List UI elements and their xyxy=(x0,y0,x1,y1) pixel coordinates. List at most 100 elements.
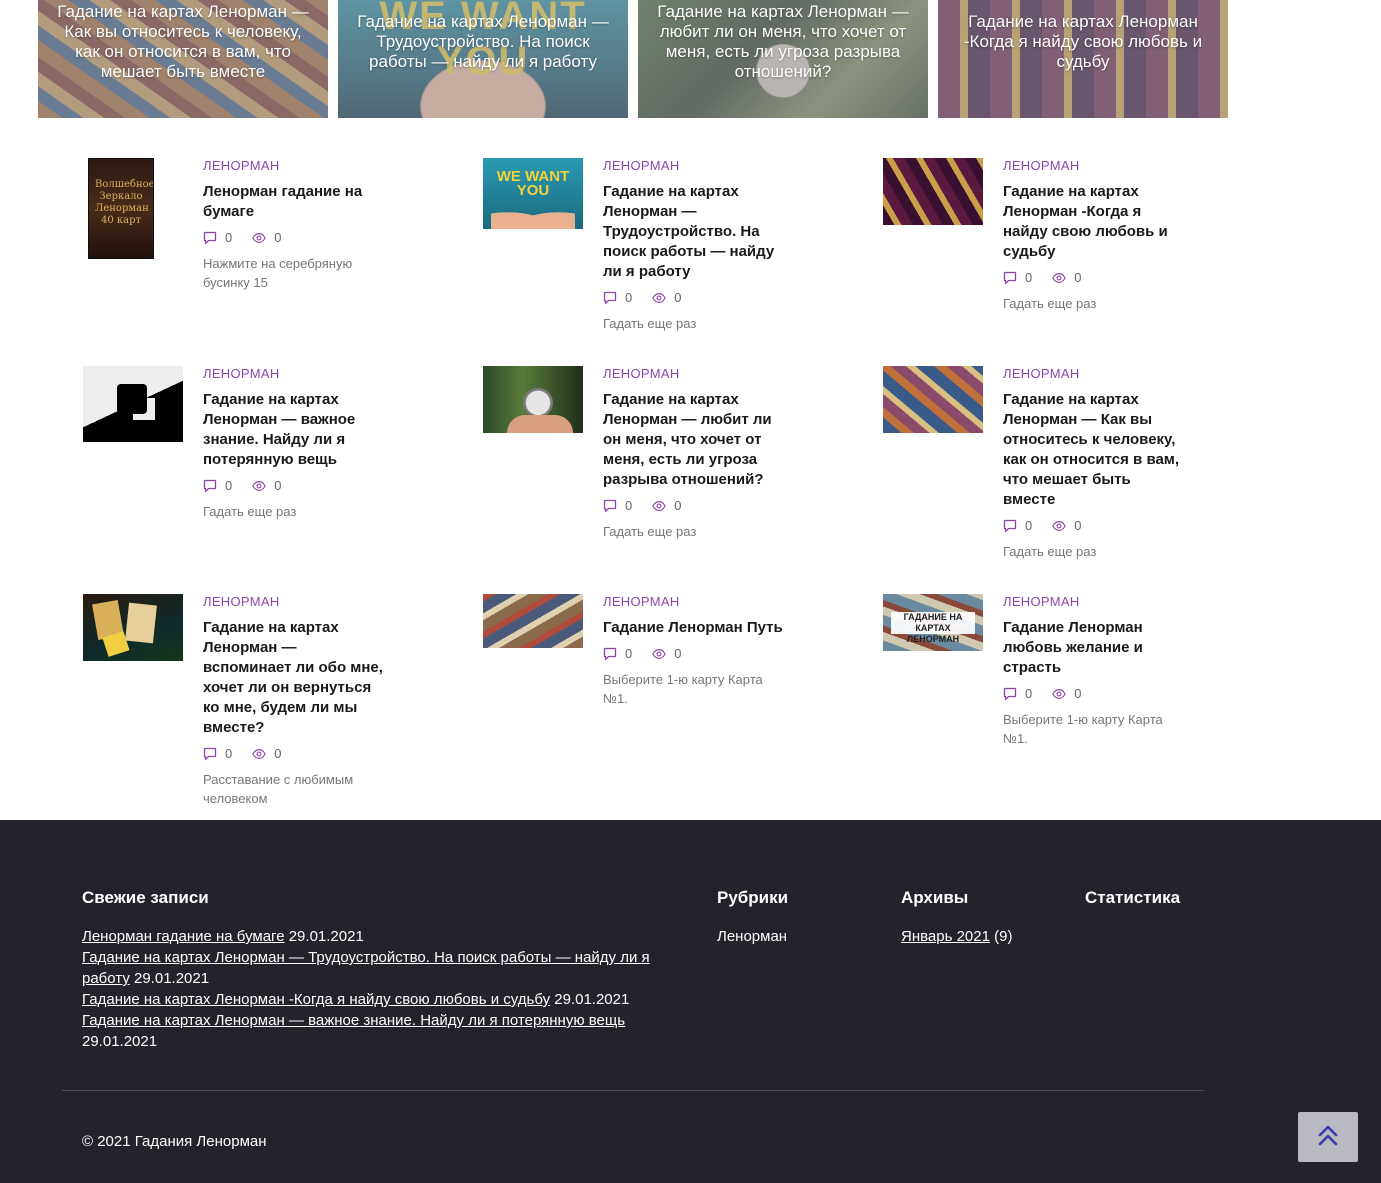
archive-count: (9) xyxy=(989,928,1013,945)
recent-post-date: 29.01.2021 xyxy=(284,928,364,945)
post-title[interactable]: Гадание на картах Ленорман — вспоминает … xyxy=(203,618,383,738)
post-category[interactable]: Ленорман xyxy=(1003,158,1183,174)
post-meta: 0 0 xyxy=(1003,518,1183,534)
post-excerpt: Выберите 1-ю карту Карта №1. xyxy=(1003,712,1163,746)
recent-post-link[interactable]: Ленорман гадание на бумаге xyxy=(82,928,285,945)
comment-count: 0 xyxy=(1025,686,1033,701)
site-footer: Свежие записи Ленорман гадание на бумаге… xyxy=(0,820,1381,1183)
comment-icon xyxy=(603,647,617,661)
thumbnail-text: ГАДАНИЕ НА КАРТАХ ЛЕНОРМАН xyxy=(891,612,975,644)
recent-post-link[interactable]: Гадание на картах Ленорман — важное знан… xyxy=(82,1012,625,1029)
slide-1[interactable]: Гадание на картах Ленорман — Как вы отно… xyxy=(38,0,328,118)
post-category[interactable]: Ленорман xyxy=(203,366,383,382)
recent-post-item: Гадание на картах Ленорман -Когда я найд… xyxy=(82,989,682,1010)
post-title[interactable]: Ленорман гадание на бумаге xyxy=(203,182,383,222)
view-count: 0 xyxy=(274,478,282,493)
slide-title[interactable]: Гадание на картах Ленорман — любит ли он… xyxy=(652,2,914,82)
slide-title[interactable]: Гадание на картах Ленорман — Трудоустрой… xyxy=(352,12,614,72)
post-thumbnail[interactable] xyxy=(483,594,583,648)
eye-icon xyxy=(1052,687,1067,701)
post-title[interactable]: Гадание Ленорман любовь желание и страст… xyxy=(1003,618,1183,678)
post-meta: 0 0 xyxy=(203,478,383,494)
view-count: 0 xyxy=(1074,686,1082,701)
category-link[interactable]: Ленорман xyxy=(717,926,877,947)
post-title[interactable]: Гадание на картах Ленорман — любит ли он… xyxy=(603,390,783,490)
slide-3[interactable]: Гадание на картах Ленорман — любит ли он… xyxy=(638,0,928,118)
view-count: 0 xyxy=(1074,518,1082,533)
view-count: 0 xyxy=(674,498,682,513)
post-title[interactable]: Гадание на картах Ленорман — Как вы отно… xyxy=(1003,390,1183,510)
view-count: 0 xyxy=(674,646,682,661)
post-thumbnail[interactable]: Волшебное Зеркало Ленорман 40 карт xyxy=(88,158,154,259)
post-category[interactable]: Ленорман xyxy=(203,594,383,610)
comment-icon xyxy=(203,231,217,245)
post-thumbnail[interactable] xyxy=(483,366,583,433)
post-thumbnail[interactable]: WE WANT YOU xyxy=(483,158,583,229)
slide-2[interactable]: WE WANT YOU Гадание на картах Ленорман —… xyxy=(338,0,628,118)
view-count: 0 xyxy=(1074,270,1082,285)
view-count: 0 xyxy=(674,290,682,305)
post-excerpt: Гадать еще раз xyxy=(1003,544,1097,559)
recent-post-date: 29.01.2021 xyxy=(129,970,210,987)
archive-item: Январь 2021 (9) xyxy=(901,926,1061,947)
post-thumbnail[interactable] xyxy=(83,594,183,661)
post-category[interactable]: Ленорман xyxy=(1003,366,1183,382)
comment-icon xyxy=(1003,271,1017,285)
eye-icon xyxy=(1052,271,1067,285)
comment-icon xyxy=(603,291,617,305)
post-thumbnail[interactable] xyxy=(883,158,983,225)
eye-icon xyxy=(252,747,267,761)
post-excerpt: Нажмите на серебряную бусинку 15 xyxy=(203,256,353,290)
categories-widget: Рубрики Ленорман xyxy=(717,888,877,947)
footer-divider xyxy=(62,1090,1204,1091)
post-category[interactable]: Ленорман xyxy=(603,366,783,382)
slide-4[interactable]: Гадание на картах Ленорман -Когда я найд… xyxy=(938,0,1228,118)
eye-icon xyxy=(1052,519,1067,533)
recent-posts-widget: Свежие записи Ленорман гадание на бумаге… xyxy=(82,888,682,1052)
recent-post-item: Гадание на картах Ленорман — важное знан… xyxy=(82,1010,682,1052)
post-title[interactable]: Гадание на картах Ленорман -Когда я найд… xyxy=(1003,182,1183,262)
double-chevron-up-icon xyxy=(1317,1123,1339,1152)
comment-count: 0 xyxy=(1025,518,1033,533)
recent-post-date: 29.01.2021 xyxy=(82,1033,158,1050)
archives-widget: Архивы Январь 2021 (9) xyxy=(901,888,1061,947)
comment-icon xyxy=(203,479,217,493)
view-count: 0 xyxy=(274,230,282,245)
scroll-to-top-button[interactable] xyxy=(1298,1112,1358,1162)
widget-title: Статистика xyxy=(1085,888,1181,907)
post-meta: 0 0 xyxy=(603,646,783,662)
copyright: © 2021 Гадания Ленорман xyxy=(82,1133,267,1150)
slide-title[interactable]: Гадание на картах Ленорман — Как вы отно… xyxy=(52,2,314,82)
post-category[interactable]: Ленорман xyxy=(603,158,783,174)
comment-count: 0 xyxy=(625,290,633,305)
post-meta: 0 0 xyxy=(603,498,783,514)
post-excerpt: Гадать еще раз xyxy=(603,524,697,539)
post-thumbnail[interactable]: ГАДАНИЕ НА КАРТАХ ЛЕНОРМАН xyxy=(883,594,983,651)
post-title[interactable]: Гадание на картах Ленорман — важное знан… xyxy=(203,390,383,470)
comment-count: 0 xyxy=(225,230,233,245)
archive-link[interactable]: Январь 2021 xyxy=(901,928,990,945)
statistics-widget: Статистика xyxy=(1085,888,1245,926)
post-title[interactable]: Гадание Ленорман Путь xyxy=(603,618,783,638)
recent-post-link[interactable]: Гадание на картах Ленорман -Когда я найд… xyxy=(82,991,550,1008)
post-title[interactable]: Гадание на картах Ленорман — Трудоустрой… xyxy=(603,182,783,282)
view-count: 0 xyxy=(274,746,282,761)
slide-title[interactable]: Гадание на картах Ленорман -Когда я найд… xyxy=(952,12,1214,72)
comment-icon xyxy=(203,747,217,761)
post-category[interactable]: Ленорман xyxy=(1003,594,1183,610)
post-excerpt: Гадать еще раз xyxy=(603,316,697,331)
widget-title: Рубрики xyxy=(717,888,789,907)
post-thumbnail[interactable] xyxy=(83,366,183,442)
thumbnail-text: Волшебное Зеркало Ленорман 40 карт xyxy=(95,179,154,226)
comment-count: 0 xyxy=(1025,270,1033,285)
comment-count: 0 xyxy=(625,646,633,661)
post-thumbnail[interactable] xyxy=(883,366,983,433)
post-meta: 0 0 xyxy=(203,746,383,762)
post-category[interactable]: Ленорман xyxy=(603,594,783,610)
thumbnail-text: WE WANT YOU xyxy=(496,168,570,199)
widget-title: Архивы xyxy=(901,888,969,907)
post-category[interactable]: Ленорман xyxy=(203,158,383,174)
comment-count: 0 xyxy=(625,498,633,513)
featured-slider: Гадание на картах Ленорман — Как вы отно… xyxy=(38,0,1228,118)
post-excerpt: Гадать еще раз xyxy=(1003,296,1097,311)
